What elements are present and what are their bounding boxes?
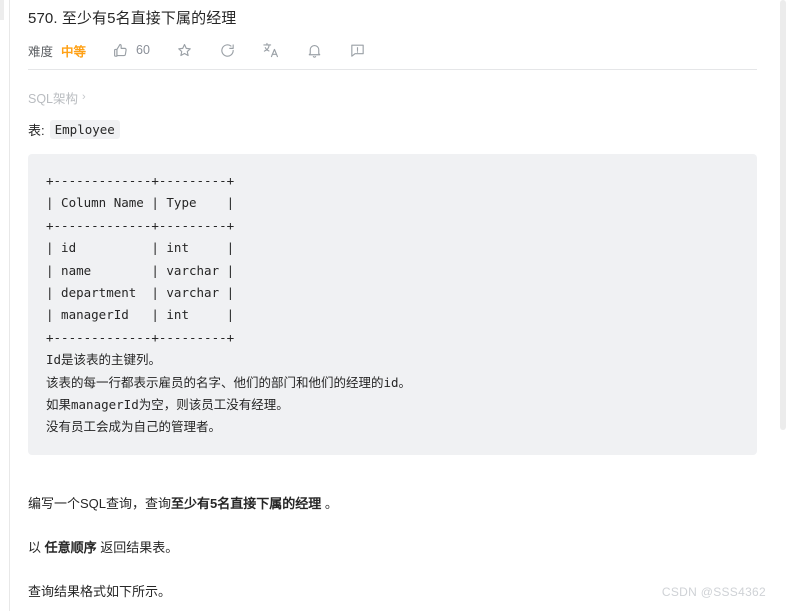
notification-button[interactable] bbox=[306, 38, 323, 62]
difficulty-value: 中等 bbox=[61, 44, 87, 59]
report-button[interactable] bbox=[349, 38, 366, 62]
header-divider bbox=[28, 69, 757, 70]
page-frame: 570. 至少有5名直接下属的经理 难度 中等 60 SQL架构 › 表: Em… bbox=[0, 0, 788, 611]
thumbs-up-icon bbox=[112, 42, 129, 59]
report-icon bbox=[349, 42, 366, 59]
vertical-scrollbar-track[interactable] bbox=[780, 0, 788, 611]
description-paragraph-3: 查询结果格式如下所示。 bbox=[28, 583, 172, 599]
translate-icon bbox=[262, 41, 280, 59]
problem-meta-toolbar: 难度 中等 60 bbox=[28, 33, 758, 67]
left-rail-nub bbox=[0, 0, 4, 20]
desc-p1-after: 。 bbox=[321, 495, 338, 511]
desc-p2-after: 返回结果表。 bbox=[96, 539, 179, 555]
bell-icon bbox=[306, 42, 323, 59]
table-name-line: 表: Employee bbox=[28, 119, 758, 139]
star-icon bbox=[176, 42, 193, 59]
chevron-right-icon: › bbox=[82, 91, 86, 103]
left-rail-divider bbox=[9, 0, 10, 611]
refresh-button[interactable] bbox=[219, 38, 236, 62]
watermark: CSDN @SSS4362 bbox=[661, 585, 766, 599]
breadcrumb-item-sql-schema[interactable]: SQL架构 bbox=[28, 88, 78, 107]
breadcrumb[interactable]: SQL架构 › bbox=[28, 88, 758, 106]
desc-p2-bold: 任意顺序 bbox=[44, 539, 97, 555]
refresh-icon bbox=[219, 42, 236, 59]
difficulty-label: 难度 bbox=[28, 44, 54, 59]
table-name-code: Employee bbox=[49, 119, 120, 139]
vertical-scrollbar-thumb[interactable] bbox=[780, 0, 786, 430]
description-paragraph-1: 编写一个SQL查询，查询至少有5名直接下属的经理 。 bbox=[28, 493, 758, 515]
translate-button[interactable] bbox=[262, 38, 280, 62]
schema-notes: Id是该表的主键列。 该表的每一行都表示雇员的名字、他们的部门和他们的经理的id… bbox=[46, 352, 412, 435]
desc-p2-before: 以 bbox=[28, 539, 45, 555]
desc-p1-before: 编写一个SQL查询，查询 bbox=[28, 495, 172, 511]
like-button[interactable]: 60 bbox=[112, 38, 150, 62]
schema-ascii-table: +-------------+---------+ | Column Name … bbox=[46, 173, 235, 345]
schema-code-block: +-------------+---------+ | Column Name … bbox=[28, 154, 757, 455]
like-count: 60 bbox=[136, 43, 150, 57]
desc-p1-bold: 至少有5名直接下属的经理 bbox=[171, 495, 322, 511]
table-prefix-label: 表: bbox=[28, 122, 45, 138]
favorite-button[interactable] bbox=[176, 38, 193, 62]
page-title: 570. 至少有5名直接下属的经理 bbox=[28, 10, 237, 27]
problem-content: 570. 至少有5名直接下属的经理 难度 中等 60 SQL架构 › 表: Em… bbox=[28, 0, 758, 603]
description-paragraph-2: 以 任意顺序 返回结果表。 bbox=[28, 537, 758, 559]
